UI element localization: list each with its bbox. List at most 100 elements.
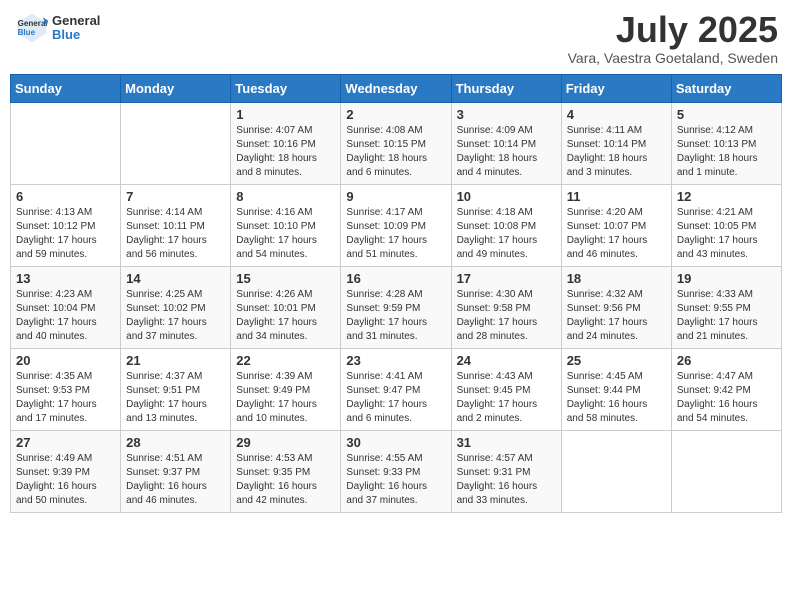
day-info: Sunrise: 4:45 AMSunset: 9:44 PMDaylight:… [567,370,666,426]
calendar-week-4: 20 Sunrise: 4:35 AMSunset: 9:53 PMDayligh… [11,348,782,430]
location: Vara, Vaestra Goetaland, Sweden [568,50,778,66]
day-info: Sunrise: 4:57 AMSunset: 9:31 PMDaylight:… [457,452,556,508]
day-info: Sunrise: 4:07 AMSunset: 10:16 PMDaylight… [236,124,335,180]
day-info: Sunrise: 4:55 AMSunset: 9:33 PMDaylight:… [346,452,445,508]
day-number: 6 [16,189,115,204]
day-info: Sunrise: 4:53 AMSunset: 9:35 PMDaylight:… [236,452,335,508]
calendar-cell: 1 Sunrise: 4:07 AMSunset: 10:16 PMDayligh… [231,102,341,184]
day-info: Sunrise: 4:32 AMSunset: 9:56 PMDaylight:… [567,288,666,344]
calendar-cell: 4Sunrise: 4:11 AMSunset: 10:14 PMDayligh… [561,102,671,184]
calendar-cell [11,102,121,184]
weekday-header-sunday: Sunday [11,74,121,102]
calendar-cell: 25Sunrise: 4:45 AMSunset: 9:44 PMDayligh… [561,348,671,430]
calendar-cell: 11 Sunrise: 4:20 AMSunset: 10:07 PMDaylig… [561,184,671,266]
day-info: Sunrise: 4:20 AMSunset: 10:07 PMDaylight… [567,206,666,262]
day-number: 7 [126,189,225,204]
day-number: 27 [16,435,115,450]
day-number: 1 [236,107,335,122]
calendar-cell: 16Sunrise: 4:28 AMSunset: 9:59 PMDayligh… [341,266,451,348]
day-number: 29 [236,435,335,450]
day-info: Sunrise: 4:23 AMSunset: 10:04 PMDaylight… [16,288,115,344]
day-info: Sunrise: 4:30 AMSunset: 9:58 PMDaylight:… [457,288,556,344]
day-number: 18 [567,271,666,286]
day-info: Sunrise: 4:39 AMSunset: 9:49 PMDaylight:… [236,370,335,426]
weekday-header-row: SundayMondayTuesdayWednesdayThursdayFrid… [11,74,782,102]
day-number: 14 [126,271,225,286]
day-number: 31 [457,435,556,450]
calendar-cell: 29 Sunrise: 4:53 AMSunset: 9:35 PMDayligh… [231,430,341,512]
day-info: Sunrise: 4:26 AMSunset: 10:01 PMDaylight… [236,288,335,344]
logo: General Blue General Blue [14,10,100,46]
calendar-cell: 14 Sunrise: 4:25 AMSunset: 10:02 PMDaylig… [121,266,231,348]
day-info: Sunrise: 4:13 AMSunset: 10:12 PMDaylight… [16,206,115,262]
calendar-week-3: 13 Sunrise: 4:23 AMSunset: 10:04 PMDaylig… [11,266,782,348]
day-info: Sunrise: 4:33 AMSunset: 9:55 PMDaylight:… [677,288,776,344]
day-number: 21 [126,353,225,368]
calendar-cell: 23Sunrise: 4:41 AMSunset: 9:47 PMDayligh… [341,348,451,430]
logo-icon: General Blue [14,10,50,46]
day-number: 13 [16,271,115,286]
calendar-cell: 28 Sunrise: 4:51 AMSunset: 9:37 PMDayligh… [121,430,231,512]
calendar-cell: 18 Sunrise: 4:32 AMSunset: 9:56 PMDayligh… [561,266,671,348]
calendar-cell: 19 Sunrise: 4:33 AMSunset: 9:55 PMDayligh… [671,266,781,348]
day-number: 10 [457,189,556,204]
day-info: Sunrise: 4:25 AMSunset: 10:02 PMDaylight… [126,288,225,344]
day-number: 12 [677,189,776,204]
day-info: Sunrise: 4:16 AMSunset: 10:10 PMDaylight… [236,206,335,262]
day-info: Sunrise: 4:08 AMSunset: 10:15 PMDaylight… [346,124,445,180]
day-number: 24 [457,353,556,368]
day-number: 19 [677,271,776,286]
logo-blue: Blue [52,27,80,42]
day-number: 28 [126,435,225,450]
calendar-cell: 30 Sunrise: 4:55 AMSunset: 9:33 PMDayligh… [341,430,451,512]
calendar-cell: 27Sunrise: 4:49 AMSunset: 9:39 PMDayligh… [11,430,121,512]
calendar-week-2: 6 Sunrise: 4:13 AMSunset: 10:12 PMDayligh… [11,184,782,266]
day-info: Sunrise: 4:43 AMSunset: 9:45 PMDaylight:… [457,370,556,426]
weekday-header-wednesday: Wednesday [341,74,451,102]
day-info: Sunrise: 4:21 AMSunset: 10:05 PMDaylight… [677,206,776,262]
day-number: 20 [16,353,115,368]
day-number: 30 [346,435,445,450]
day-number: 22 [236,353,335,368]
day-number: 23 [346,353,445,368]
day-number: 26 [677,353,776,368]
month-title: July 2025 [568,10,778,50]
day-info: Sunrise: 4:35 AMSunset: 9:53 PMDaylight:… [16,370,115,426]
calendar-cell: 31 Sunrise: 4:57 AMSunset: 9:31 PMDayligh… [451,430,561,512]
day-info: Sunrise: 4:18 AMSunset: 10:08 PMDaylight… [457,206,556,262]
day-info: Sunrise: 4:11 AMSunset: 10:14 PMDaylight… [567,124,666,180]
day-info: Sunrise: 4:17 AMSunset: 10:09 PMDaylight… [346,206,445,262]
day-number: 15 [236,271,335,286]
svg-text:Blue: Blue [18,28,36,37]
day-info: Sunrise: 4:28 AMSunset: 9:59 PMDaylight:… [346,288,445,344]
calendar-cell: 7Sunrise: 4:14 AMSunset: 10:11 PMDayligh… [121,184,231,266]
calendar-cell: 5Sunrise: 4:12 AMSunset: 10:13 PMDayligh… [671,102,781,184]
logo-general: General [52,13,100,28]
calendar-cell [671,430,781,512]
day-number: 9 [346,189,445,204]
weekday-header-tuesday: Tuesday [231,74,341,102]
calendar-cell: 21 Sunrise: 4:37 AMSunset: 9:51 PMDayligh… [121,348,231,430]
calendar-cell: 3Sunrise: 4:09 AMSunset: 10:14 PMDayligh… [451,102,561,184]
calendar-week-5: 27Sunrise: 4:49 AMSunset: 9:39 PMDayligh… [11,430,782,512]
day-info: Sunrise: 4:51 AMSunset: 9:37 PMDaylight:… [126,452,225,508]
day-info: Sunrise: 4:37 AMSunset: 9:51 PMDaylight:… [126,370,225,426]
day-number: 8 [236,189,335,204]
calendar-cell: 8 Sunrise: 4:16 AMSunset: 10:10 PMDayligh… [231,184,341,266]
calendar-cell: 17 Sunrise: 4:30 AMSunset: 9:58 PMDayligh… [451,266,561,348]
calendar-cell: 22 Sunrise: 4:39 AMSunset: 9:49 PMDayligh… [231,348,341,430]
day-number: 3 [457,107,556,122]
calendar-cell: 26Sunrise: 4:47 AMSunset: 9:42 PMDayligh… [671,348,781,430]
calendar-cell: 15 Sunrise: 4:26 AMSunset: 10:01 PMDaylig… [231,266,341,348]
calendar-cell: 20 Sunrise: 4:35 AMSunset: 9:53 PMDayligh… [11,348,121,430]
calendar-cell: 2Sunrise: 4:08 AMSunset: 10:15 PMDayligh… [341,102,451,184]
day-number: 17 [457,271,556,286]
day-number: 11 [567,189,666,204]
calendar-cell: 9 Sunrise: 4:17 AMSunset: 10:09 PMDayligh… [341,184,451,266]
calendar-table: SundayMondayTuesdayWednesdayThursdayFrid… [10,74,782,513]
weekday-header-monday: Monday [121,74,231,102]
calendar-cell: 12 Sunrise: 4:21 AMSunset: 10:05 PMDaylig… [671,184,781,266]
calendar-week-1: 1 Sunrise: 4:07 AMSunset: 10:16 PMDayligh… [11,102,782,184]
svg-text:General: General [18,19,48,28]
day-info: Sunrise: 4:12 AMSunset: 10:13 PMDaylight… [677,124,776,180]
